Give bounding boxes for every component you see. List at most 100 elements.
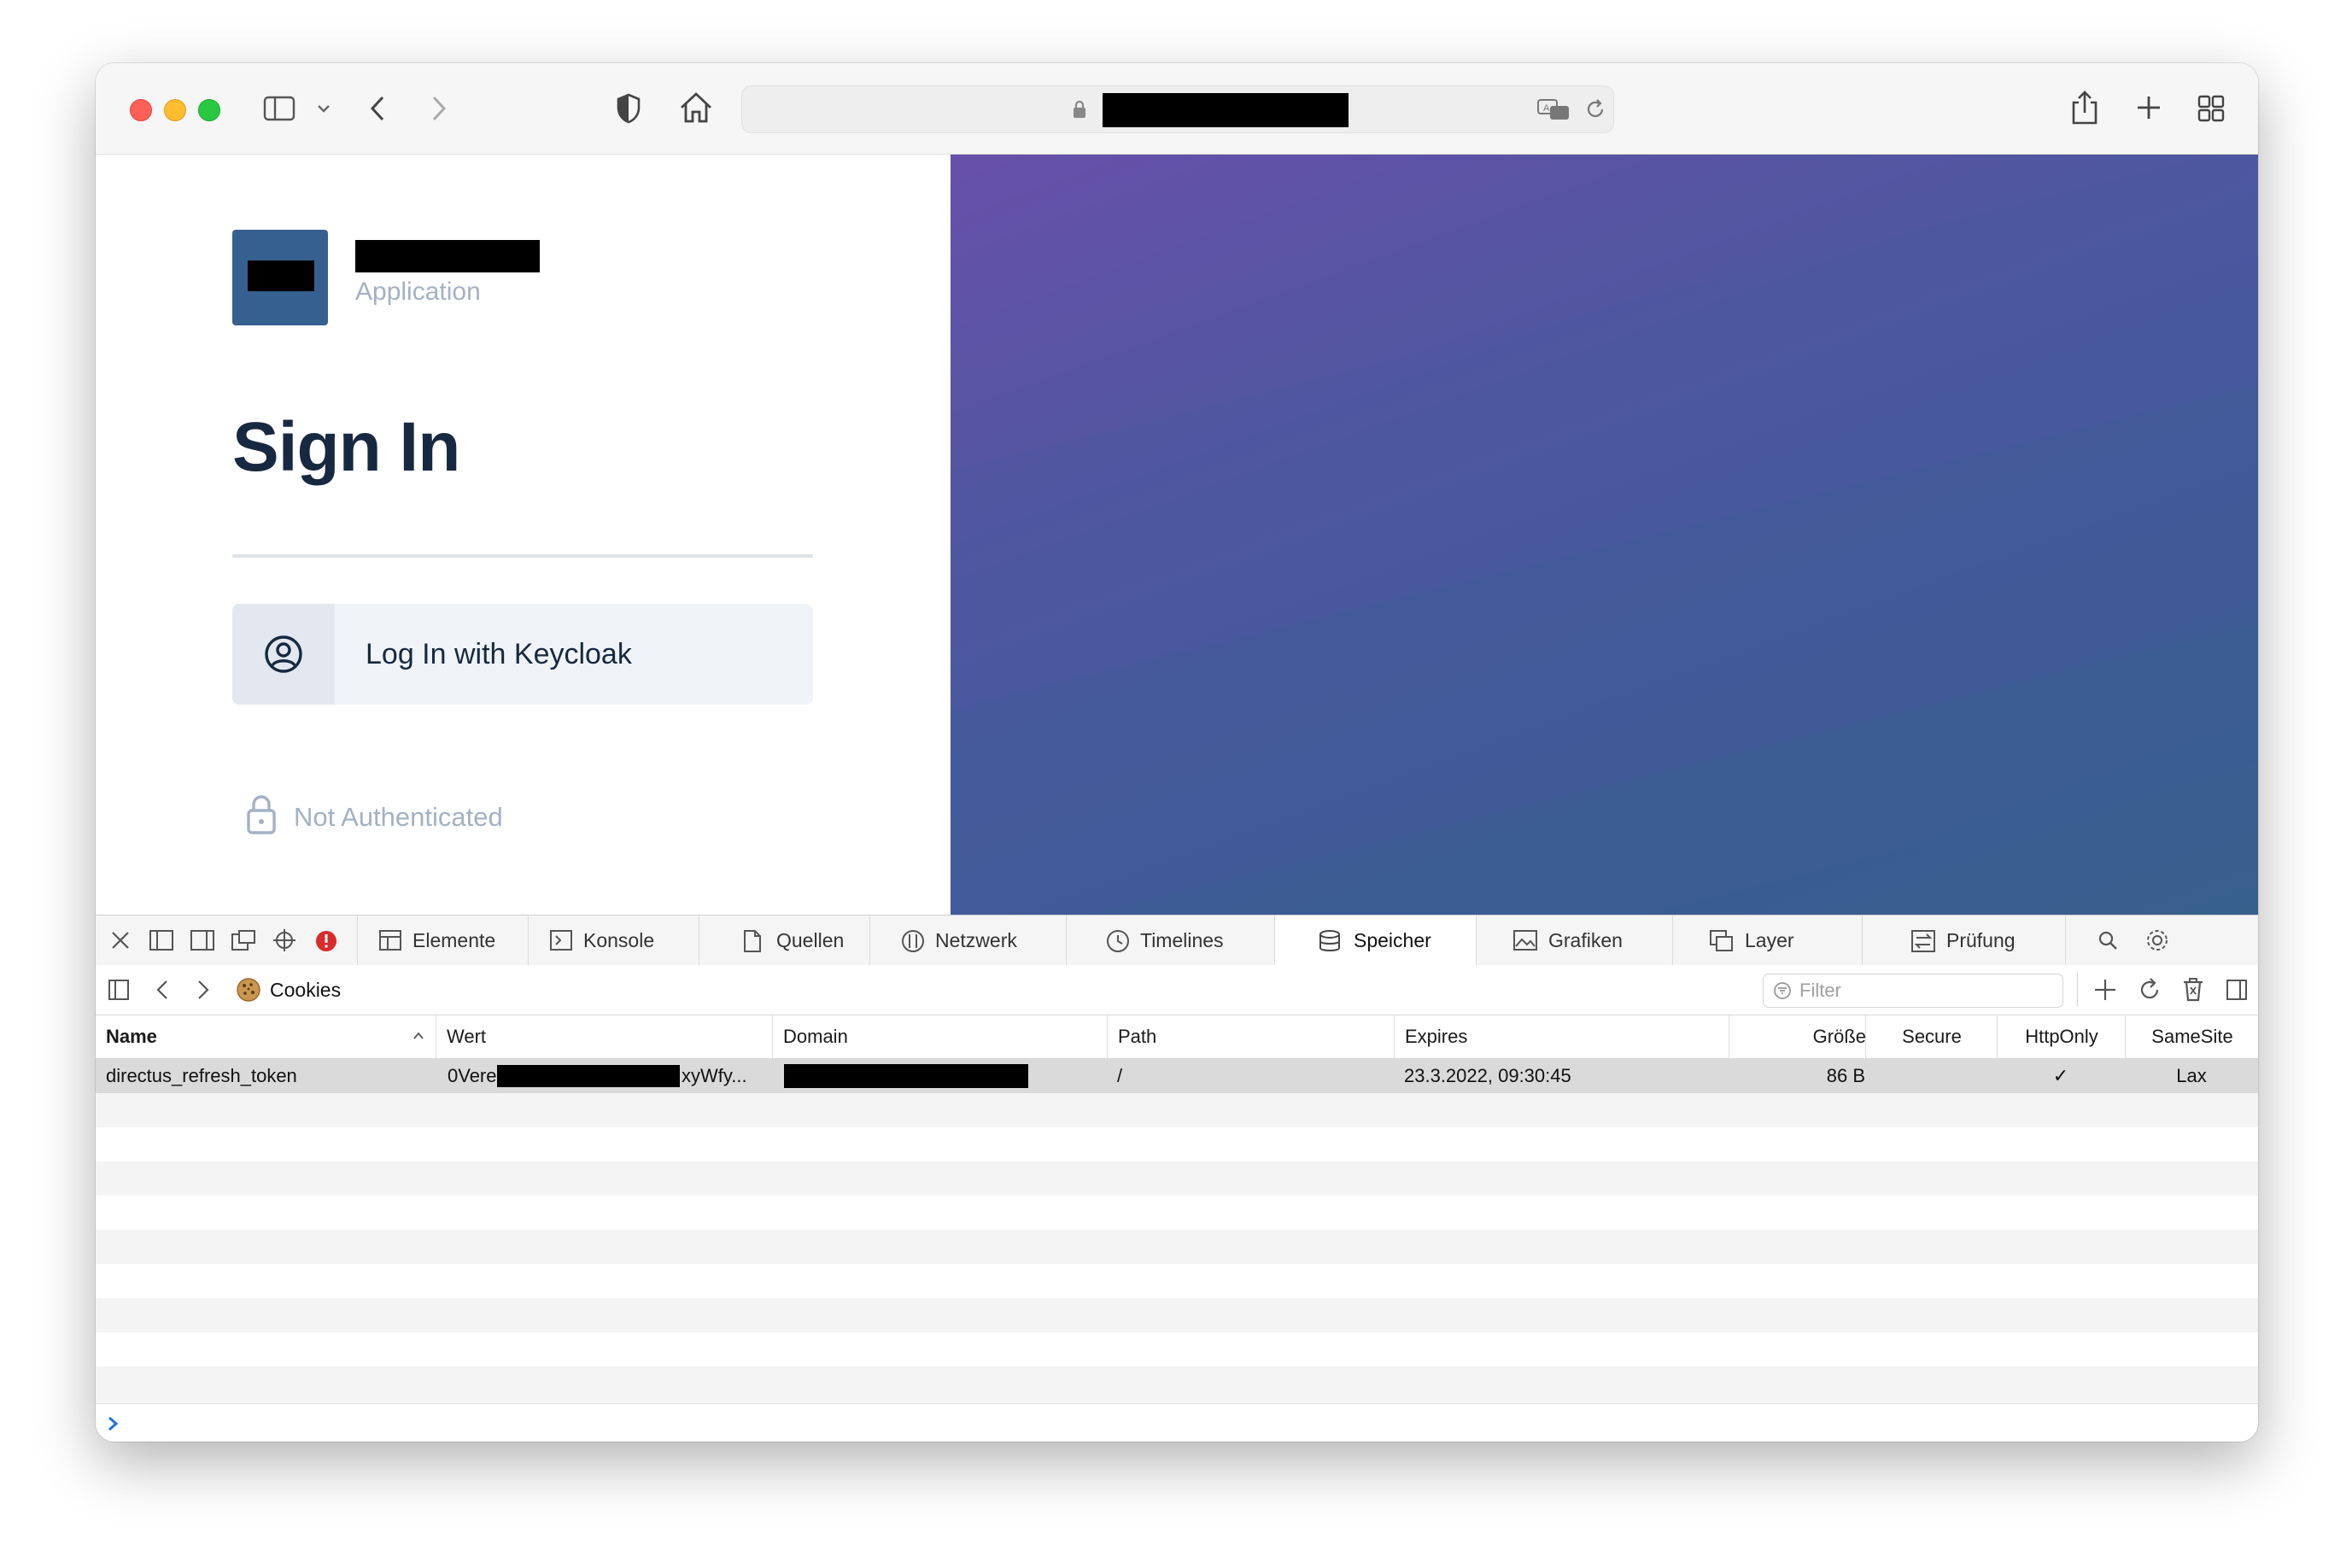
detach-window-icon[interactable] <box>231 929 256 951</box>
svg-text:A: A <box>1543 103 1550 114</box>
tab-label: Layer <box>1745 929 1794 951</box>
web-page: Application Sign In Log In with Keycloak <box>96 155 2258 915</box>
tab-tools <box>2065 916 2258 965</box>
new-tab-icon[interactable] <box>2135 94 2162 121</box>
tab-graphics[interactable]: Grafiken <box>1476 916 1673 965</box>
title-divider <box>232 554 813 558</box>
tab-label: Quellen <box>776 929 845 951</box>
elements-icon <box>379 930 401 951</box>
forward-icon[interactable] <box>429 94 449 123</box>
tab-overview-icon[interactable] <box>2197 94 2226 123</box>
empty-row <box>96 1298 2258 1332</box>
tab-storage[interactable]: Speicher <box>1274 916 1477 965</box>
address-bar[interactable]: A <box>741 85 1614 133</box>
trash-icon[interactable] <box>2181 977 2205 1003</box>
filter-input[interactable]: Filter <box>1763 974 2063 1008</box>
shield-icon[interactable] <box>615 92 642 125</box>
tab-network[interactable]: Netzwerk <box>869 916 1067 965</box>
details-sidebar-icon[interactable] <box>2226 979 2248 1001</box>
tab-console[interactable]: Konsole <box>528 916 699 965</box>
chevron-down-icon[interactable] <box>316 102 331 114</box>
filter-icon <box>1774 982 1791 999</box>
column-path[interactable]: Path <box>1107 1015 1156 1058</box>
page-title: Sign In <box>232 408 460 486</box>
inspector-tabbar: Elemente Konsole Quellen Netzwerk Timeli… <box>96 915 2258 966</box>
storage-subbar: Cookies Filter <box>96 965 2258 1015</box>
tab-elements[interactable]: Elemente <box>357 916 529 965</box>
storage-icon <box>1319 930 1340 951</box>
column-domain[interactable]: Domain <box>772 1015 848 1058</box>
forward-icon[interactable] <box>195 979 212 1001</box>
redacted-cookie-domain <box>784 1064 1028 1088</box>
tab-label: Grafiken <box>1548 929 1623 951</box>
sources-icon <box>744 930 761 952</box>
tab-label: Timelines <box>1140 929 1224 951</box>
cookie-samesite: Lax <box>2176 1065 2207 1086</box>
empty-row <box>96 1093 2258 1127</box>
login-pane: Application Sign In Log In with Keycloak <box>96 155 951 915</box>
element-picker-icon[interactable] <box>272 927 297 953</box>
share-icon[interactable] <box>2070 89 2099 126</box>
auth-status: Not Authenticated <box>294 802 503 832</box>
add-icon[interactable] <box>2092 977 2118 1003</box>
tab-layers[interactable]: Layer <box>1672 916 1863 965</box>
cookie-secure <box>1865 1059 1997 1093</box>
close-window-button[interactable] <box>130 99 152 121</box>
cookie-table-header: Name Wert Domain Path Expires Größe Secu… <box>96 1015 2258 1059</box>
project-logo <box>232 230 328 325</box>
storage-section-label: Cookies <box>270 979 342 1001</box>
console-prompt-line[interactable] <box>96 1403 2258 1442</box>
tab-audit[interactable]: Prüfung <box>1862 916 2066 965</box>
lock-icon <box>1074 100 1085 118</box>
tab-sources[interactable]: Quellen <box>699 916 870 965</box>
dock-right-icon[interactable] <box>190 929 215 951</box>
redacted-logo <box>248 260 314 291</box>
cookie-value-end: xyWfy... <box>682 1065 747 1086</box>
sort-ascending-icon[interactable] <box>412 1029 425 1043</box>
dock-left-icon[interactable] <box>149 929 174 951</box>
tab-timelines[interactable]: Timelines <box>1066 916 1275 965</box>
table-row[interactable]: directus_refresh_token 0Vere xyWfy... / … <box>96 1059 2258 1093</box>
column-httponly[interactable]: HttpOnly <box>1997 1015 2126 1058</box>
layers-icon <box>1710 930 1733 951</box>
minimize-window-button[interactable] <box>164 99 186 121</box>
zoom-window-button[interactable] <box>198 99 220 121</box>
sidebar-toggle-icon[interactable] <box>263 96 295 121</box>
redacted-cookie-value <box>497 1065 680 1087</box>
keycloak-login-button[interactable]: Log In with Keycloak <box>232 604 813 705</box>
column-value[interactable]: Wert <box>436 1015 486 1058</box>
web-inspector: Elemente Konsole Quellen Netzwerk Timeli… <box>96 915 2258 1442</box>
cookie-value-start: 0Vere <box>448 1065 497 1086</box>
column-size[interactable]: Größe <box>1729 1015 1866 1058</box>
column-secure[interactable]: Secure <box>1865 1015 1998 1058</box>
back-icon[interactable] <box>367 94 388 123</box>
column-expires[interactable]: Expires <box>1394 1015 1467 1058</box>
audit-icon <box>1911 930 1935 952</box>
keycloak-icon-box <box>232 604 335 705</box>
cookie-httponly: ✓ <box>2052 1065 2069 1086</box>
home-icon[interactable] <box>678 91 714 125</box>
translate-icon[interactable]: A <box>1536 97 1571 122</box>
redacted-project-name <box>355 240 540 272</box>
refresh-icon[interactable] <box>2137 977 2162 1003</box>
column-samesite[interactable]: SameSite <box>2125 1015 2258 1058</box>
navigation-sidebar-icon[interactable] <box>108 979 130 1001</box>
graphics-icon <box>1513 930 1537 951</box>
empty-row <box>96 1230 2258 1264</box>
reload-icon[interactable] <box>1584 98 1606 120</box>
lock-icon <box>247 795 276 834</box>
tab-label: Netzwerk <box>935 929 1017 951</box>
tab-label: Konsole <box>583 929 655 951</box>
back-icon[interactable] <box>154 979 171 1001</box>
background-art <box>951 155 2258 915</box>
cookie-icon <box>237 978 260 1002</box>
error-badge-icon[interactable] <box>314 929 338 953</box>
search-icon[interactable] <box>2097 929 2119 951</box>
gear-icon[interactable] <box>2144 927 2170 953</box>
cookie-path: / <box>1117 1065 1123 1086</box>
console-prompt-icon <box>108 1416 119 1431</box>
close-inspector-icon[interactable] <box>109 929 132 951</box>
empty-row <box>96 1161 2258 1196</box>
column-name[interactable]: Name <box>106 1015 157 1058</box>
empty-row <box>96 1366 2258 1402</box>
